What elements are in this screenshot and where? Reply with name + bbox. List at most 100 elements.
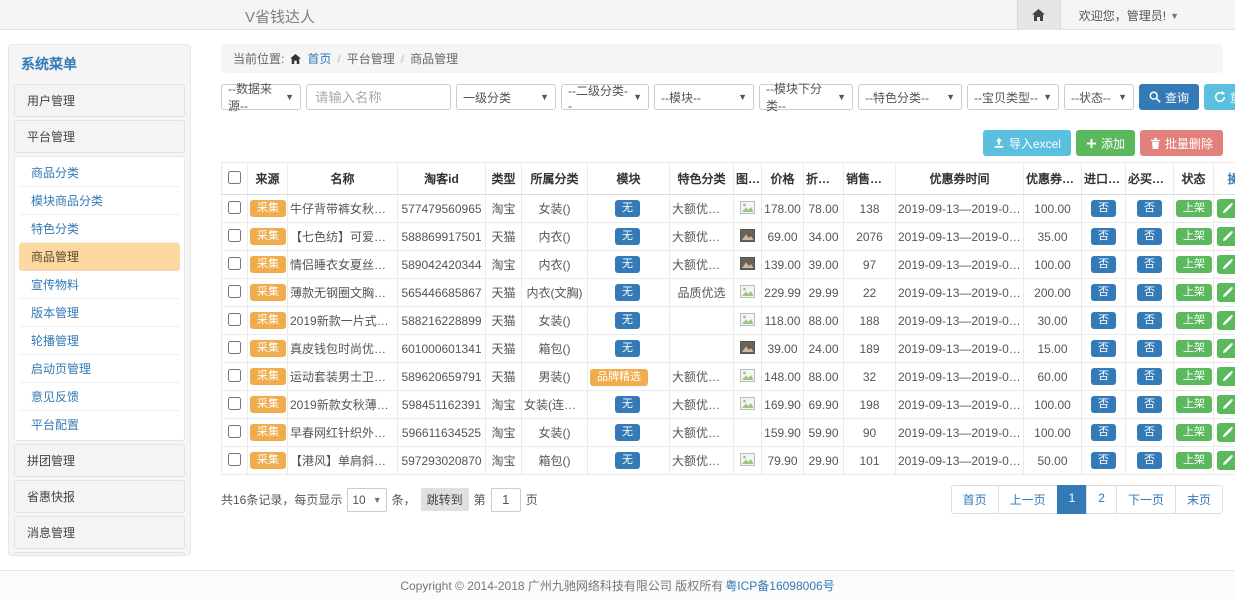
home-button[interactable] xyxy=(1017,0,1061,30)
page-suffix: 页 xyxy=(526,491,538,508)
row-checkbox[interactable] xyxy=(228,425,241,438)
per-page-select[interactable]: 10 ▼ xyxy=(347,488,386,512)
source-cell: 采集 xyxy=(248,223,288,251)
edit-button[interactable] xyxy=(1217,199,1235,218)
level1-category-select[interactable]: 一级分类▼ xyxy=(456,84,556,110)
page-button[interactable]: 下一页 xyxy=(1116,485,1176,514)
level2-category-select[interactable]: --二级分类--▼ xyxy=(561,84,649,110)
column-header: 淘客id xyxy=(398,163,486,195)
sidebar-section-header[interactable]: 订单管理 xyxy=(14,552,185,556)
page-button[interactable]: 2 xyxy=(1086,485,1117,514)
sidebar-section-header[interactable]: 平台管理 xyxy=(14,120,185,153)
sidebar-item[interactable]: 特色分类 xyxy=(19,215,180,243)
edit-button[interactable] xyxy=(1217,283,1235,302)
edit-button[interactable] xyxy=(1217,255,1235,274)
user-menu[interactable]: 欢迎您，管理员!▼ xyxy=(1061,7,1235,24)
data-source-select[interactable]: --数据来源--▼ xyxy=(221,84,301,110)
import-select-toggle[interactable]: 否 xyxy=(1091,312,1116,329)
status-toggle[interactable]: 上架 xyxy=(1176,200,1212,217)
sidebar-item[interactable]: 商品管理 xyxy=(19,243,180,271)
edit-button[interactable] xyxy=(1217,339,1235,358)
sidebar-item[interactable]: 商品分类 xyxy=(19,159,180,187)
module-sub-category-select[interactable]: --模块下分类--▼ xyxy=(759,84,853,110)
edit-button[interactable] xyxy=(1217,367,1235,386)
search-button[interactable]: 查询 xyxy=(1139,84,1199,110)
import-select-toggle[interactable]: 否 xyxy=(1091,256,1116,273)
batch-delete-button[interactable]: 批量删除 xyxy=(1140,130,1223,156)
import-excel-button[interactable]: 导入excel xyxy=(983,130,1071,156)
row-checkbox[interactable] xyxy=(228,369,241,382)
must-buy-toggle[interactable]: 否 xyxy=(1137,312,1162,329)
edit-button[interactable] xyxy=(1217,395,1235,414)
sidebar-item[interactable]: 轮播管理 xyxy=(19,327,180,355)
sidebar-section-header[interactable]: 消息管理 xyxy=(14,516,185,549)
row-checkbox[interactable] xyxy=(228,257,241,270)
import-select-toggle[interactable]: 否 xyxy=(1091,424,1116,441)
select-all-checkbox[interactable] xyxy=(228,171,241,184)
must-buy-toggle[interactable]: 否 xyxy=(1137,396,1162,413)
status-toggle[interactable]: 上架 xyxy=(1176,228,1212,245)
row-checkbox[interactable] xyxy=(228,229,241,242)
source-cell: 采集 xyxy=(248,279,288,307)
sidebar-item[interactable]: 启动页管理 xyxy=(19,355,180,383)
page-button[interactable]: 末页 xyxy=(1175,485,1223,514)
page-number-input[interactable] xyxy=(491,488,521,512)
module-select[interactable]: --模块--▼ xyxy=(654,84,754,110)
page-button[interactable]: 1 xyxy=(1057,485,1088,514)
name-input[interactable] xyxy=(306,84,451,110)
import-select-toggle[interactable]: 否 xyxy=(1091,368,1116,385)
icp-link[interactable]: 粤ICP备16098006号 xyxy=(725,577,834,594)
row-checkbox[interactable] xyxy=(228,453,241,466)
row-checkbox[interactable] xyxy=(228,201,241,214)
status-toggle[interactable]: 上架 xyxy=(1176,396,1212,413)
status-toggle[interactable]: 上架 xyxy=(1176,312,1212,329)
status-toggle[interactable]: 上架 xyxy=(1176,340,1212,357)
sidebar-item[interactable]: 平台配置 xyxy=(19,411,180,438)
edit-button[interactable] xyxy=(1217,423,1235,442)
must-buy-toggle[interactable]: 否 xyxy=(1137,452,1162,469)
row-checkbox[interactable] xyxy=(228,341,241,354)
reset-button[interactable]: 重置 xyxy=(1204,84,1235,110)
must-buy-toggle[interactable]: 否 xyxy=(1137,228,1162,245)
must-buy-toggle[interactable]: 否 xyxy=(1137,368,1162,385)
page-button[interactable]: 上一页 xyxy=(998,485,1058,514)
row-checkbox[interactable] xyxy=(228,285,241,298)
sidebar-section-header[interactable]: 拼团管理 xyxy=(14,444,185,477)
column-header: 名称 xyxy=(288,163,398,195)
must-buy-toggle[interactable]: 否 xyxy=(1137,340,1162,357)
page-button[interactable]: 首页 xyxy=(951,485,999,514)
status-toggle[interactable]: 上架 xyxy=(1176,424,1212,441)
sidebar-section-header[interactable]: 用户管理 xyxy=(14,84,185,117)
sidebar-item[interactable]: 意见反馈 xyxy=(19,383,180,411)
import-select-toggle[interactable]: 否 xyxy=(1091,228,1116,245)
edit-button[interactable] xyxy=(1217,227,1235,246)
sidebar-section-header[interactable]: 省惠快报 xyxy=(14,480,185,513)
import-select-toggle[interactable]: 否 xyxy=(1091,396,1116,413)
status-toggle[interactable]: 上架 xyxy=(1176,368,1212,385)
import-select-toggle[interactable]: 否 xyxy=(1091,200,1116,217)
import-select-toggle[interactable]: 否 xyxy=(1091,284,1116,301)
must-buy-toggle[interactable]: 否 xyxy=(1137,256,1162,273)
row-checkbox[interactable] xyxy=(228,397,241,410)
status-toggle[interactable]: 上架 xyxy=(1176,284,1212,301)
feature-category-select[interactable]: --特色分类--▼ xyxy=(858,84,962,110)
row-checkbox[interactable] xyxy=(228,313,241,326)
status-select[interactable]: --状态--▼ xyxy=(1064,84,1134,110)
must-buy-toggle[interactable]: 否 xyxy=(1137,424,1162,441)
table-row: 采集薄款无钢圈文胸聚拢性…565446685867天猫内衣(文胸)无品质优选22… xyxy=(222,279,1235,307)
edit-button[interactable] xyxy=(1217,451,1235,470)
breadcrumb-home-link[interactable]: 首页 xyxy=(307,50,331,67)
jump-button[interactable]: 跳转到 xyxy=(421,488,469,511)
must-buy-toggle[interactable]: 否 xyxy=(1137,200,1162,217)
status-toggle[interactable]: 上架 xyxy=(1176,452,1212,469)
sidebar-item[interactable]: 版本管理 xyxy=(19,299,180,327)
item-type-select[interactable]: --宝贝类型--▼ xyxy=(967,84,1059,110)
sidebar-item[interactable]: 模块商品分类 xyxy=(19,187,180,215)
import-select-toggle[interactable]: 否 xyxy=(1091,452,1116,469)
status-toggle[interactable]: 上架 xyxy=(1176,256,1212,273)
edit-button[interactable] xyxy=(1217,311,1235,330)
add-button[interactable]: 添加 xyxy=(1076,130,1135,156)
must-buy-toggle[interactable]: 否 xyxy=(1137,284,1162,301)
sidebar-item[interactable]: 宣传物料 xyxy=(19,271,180,299)
import-select-toggle[interactable]: 否 xyxy=(1091,340,1116,357)
